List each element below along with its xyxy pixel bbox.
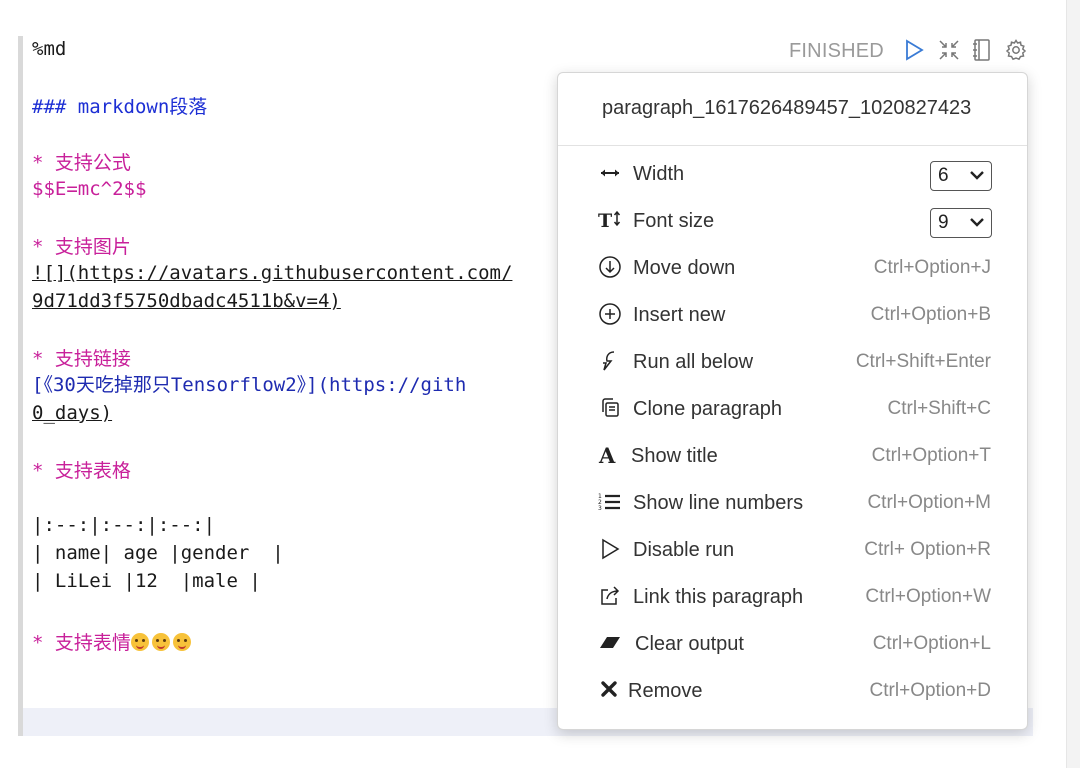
menu-item-label: Show line numbers bbox=[633, 492, 804, 514]
code-line: * 支持公式 bbox=[32, 152, 131, 174]
menu-header: paragraph_1617626489457_1020827423 bbox=[558, 73, 1027, 146]
svg-text:3: 3 bbox=[598, 505, 602, 512]
smile-emoji-icon bbox=[151, 633, 170, 651]
menu-item-label: Clone paragraph bbox=[633, 398, 782, 420]
notebook-icon[interactable] bbox=[970, 38, 994, 62]
font-size-select-value: 9 bbox=[938, 212, 949, 233]
eraser-icon bbox=[598, 631, 622, 655]
paragraph-settings-menu: paragraph_1617626489457_1020827423 Width… bbox=[557, 72, 1028, 730]
chevron-down-icon bbox=[970, 171, 984, 180]
menu-item-move-down[interactable]: Move down Ctrl+Option+J bbox=[558, 245, 1027, 289]
gear-icon[interactable] bbox=[1004, 38, 1028, 62]
smile-emoji-icon bbox=[130, 633, 149, 651]
menu-item-label: Show title bbox=[631, 445, 718, 467]
line-numbers-icon: 123 bbox=[598, 490, 622, 514]
code-line: * 支持图片 bbox=[32, 236, 131, 258]
width-select[interactable]: 6 bbox=[930, 161, 992, 191]
code-line: * 支持表格 bbox=[32, 460, 131, 482]
menu-item-shortcut: Ctrl+Option+J bbox=[873, 257, 991, 278]
code-line: ### markdown段落 bbox=[32, 96, 208, 118]
menu-item-label: Font size bbox=[633, 210, 715, 232]
code-line: %md bbox=[32, 38, 67, 60]
move-down-icon bbox=[598, 255, 622, 279]
code-line: * 支持表情 bbox=[32, 630, 194, 656]
menu-item-shortcut: Ctrl+Option+L bbox=[872, 633, 991, 654]
menu-item-shortcut: Ctrl+Shift+Enter bbox=[855, 351, 991, 372]
code-line: 0_days) bbox=[32, 402, 113, 424]
chevron-down-icon bbox=[970, 218, 984, 227]
code-line: 9d71dd3f5750dbadc4511b&v=4) bbox=[32, 290, 341, 312]
svg-text:A: A bbox=[598, 443, 616, 467]
code-line-link: [《30天吃掉那只Tensorflow2》](https://gith bbox=[32, 374, 467, 396]
menu-item-shortcut: Ctrl+Option+M bbox=[867, 492, 991, 513]
collapse-icon[interactable] bbox=[937, 38, 961, 62]
title-icon: A bbox=[598, 443, 622, 468]
run-all-below-icon bbox=[598, 349, 622, 373]
menu-item-remove[interactable]: Remove Ctrl+Option+D bbox=[558, 668, 1027, 712]
menu-item-shortcut: Ctrl+Option+B bbox=[870, 304, 991, 325]
menu-item-label: Disable run bbox=[633, 539, 735, 561]
menu-item-label: Run all below bbox=[633, 351, 754, 373]
menu-item-clone-paragraph[interactable]: Clone paragraph Ctrl+Shift+C bbox=[558, 386, 1027, 430]
menu-item-insert-new[interactable]: Insert new Ctrl+Option+B bbox=[558, 292, 1027, 336]
menu-item-shortcut: Ctrl+Shift+C bbox=[887, 398, 991, 419]
code-line: $$E=mc^2$$ bbox=[32, 178, 147, 200]
menu-item-width: Width 6 bbox=[558, 151, 1027, 195]
menu-item-shortcut: Ctrl+Option+W bbox=[865, 586, 991, 607]
insert-new-icon bbox=[598, 302, 622, 326]
menu-item-disable-run[interactable]: Disable run Ctrl+ Option+R bbox=[558, 527, 1027, 571]
code-line: | LiLei |12 |male | bbox=[32, 570, 261, 592]
code-line-image-link: ![](https://avatars.githubusercontent.co… bbox=[32, 262, 513, 284]
menu-item-clear-output[interactable]: Clear output Ctrl+Option+L bbox=[558, 621, 1027, 665]
font-size-icon: T bbox=[598, 208, 622, 232]
menu-item-label: Move down bbox=[633, 257, 736, 279]
menu-item-font-size: T Font size 9 bbox=[558, 198, 1027, 242]
svg-text:T: T bbox=[598, 210, 612, 232]
menu-item-show-line-numbers[interactable]: 123 Show line numbers Ctrl+Option+M bbox=[558, 480, 1027, 524]
menu-item-label: Link this paragraph bbox=[633, 586, 804, 608]
code-line: | name| age |gender | bbox=[32, 542, 284, 564]
width-select-value: 6 bbox=[938, 165, 949, 186]
paragraph-id: paragraph_1617626489457_1020827423 bbox=[602, 97, 972, 119]
link-icon bbox=[598, 584, 622, 608]
menu-item-label: Clear output bbox=[635, 633, 744, 655]
width-arrows-icon bbox=[598, 161, 622, 185]
menu-item-shortcut: Ctrl+Option+D bbox=[869, 680, 991, 701]
menu-item-shortcut: Ctrl+Option+T bbox=[871, 445, 991, 466]
remove-icon bbox=[598, 678, 622, 702]
menu-item-label: Width bbox=[633, 163, 685, 185]
font-size-select[interactable]: 9 bbox=[930, 208, 992, 238]
menu-item-show-title[interactable]: A Show title Ctrl+Option+T bbox=[558, 433, 1027, 477]
menu-item-label: Remove bbox=[628, 680, 703, 702]
run-icon[interactable] bbox=[902, 38, 926, 62]
menu-item-shortcut: Ctrl+ Option+R bbox=[864, 539, 991, 560]
code-line: |:--:|:--:|:--:| bbox=[32, 514, 216, 536]
code-line: * 支持链接 bbox=[32, 348, 131, 370]
clone-icon bbox=[598, 396, 622, 420]
disable-run-icon bbox=[598, 537, 622, 561]
paragraph-status: FINISHED bbox=[789, 40, 884, 62]
menu-item-label: Insert new bbox=[633, 304, 726, 326]
menu-item-run-all-below[interactable]: Run all below Ctrl+Shift+Enter bbox=[558, 339, 1027, 383]
menu-item-link-paragraph[interactable]: Link this paragraph Ctrl+Option+W bbox=[558, 574, 1027, 618]
smile-emoji-icon bbox=[172, 633, 191, 651]
